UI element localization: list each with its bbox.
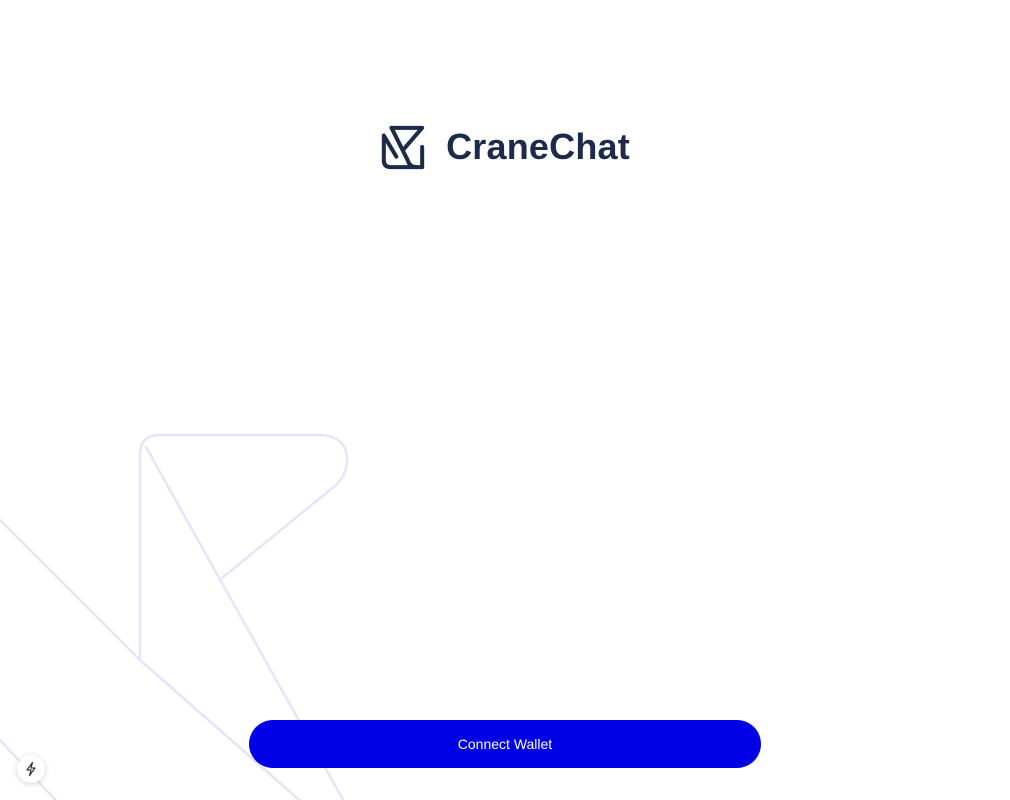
- connect-wallet-button[interactable]: Connect Wallet: [249, 720, 761, 768]
- app-title: CraneChat: [446, 126, 630, 167]
- crane-outline-icon: [0, 433, 349, 800]
- brand-header: CraneChat: [0, 122, 1010, 172]
- lightning-bolt-icon: [26, 761, 36, 777]
- dev-tools-button[interactable]: [17, 755, 45, 783]
- crane-logo-icon: [381, 125, 425, 170]
- login-page: CraneChat Connect Wallet: [0, 0, 1010, 800]
